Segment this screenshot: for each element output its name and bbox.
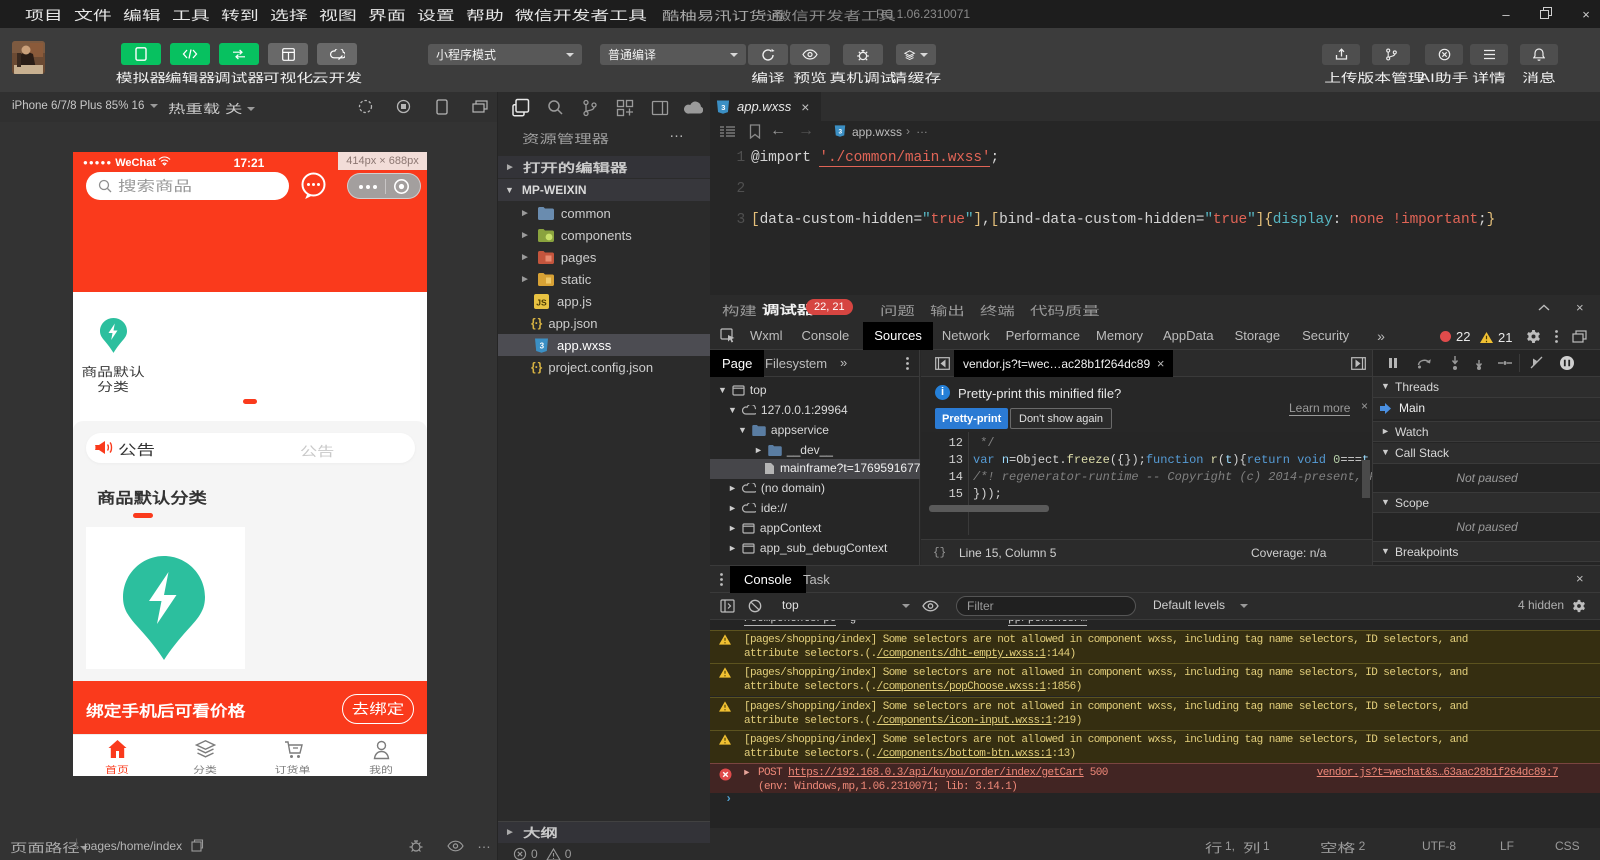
svg-text:JS: JS [536, 297, 547, 307]
svg-text:3: 3 [540, 341, 545, 350]
svg-text:3: 3 [838, 128, 842, 135]
svg-text:3: 3 [721, 102, 725, 111]
